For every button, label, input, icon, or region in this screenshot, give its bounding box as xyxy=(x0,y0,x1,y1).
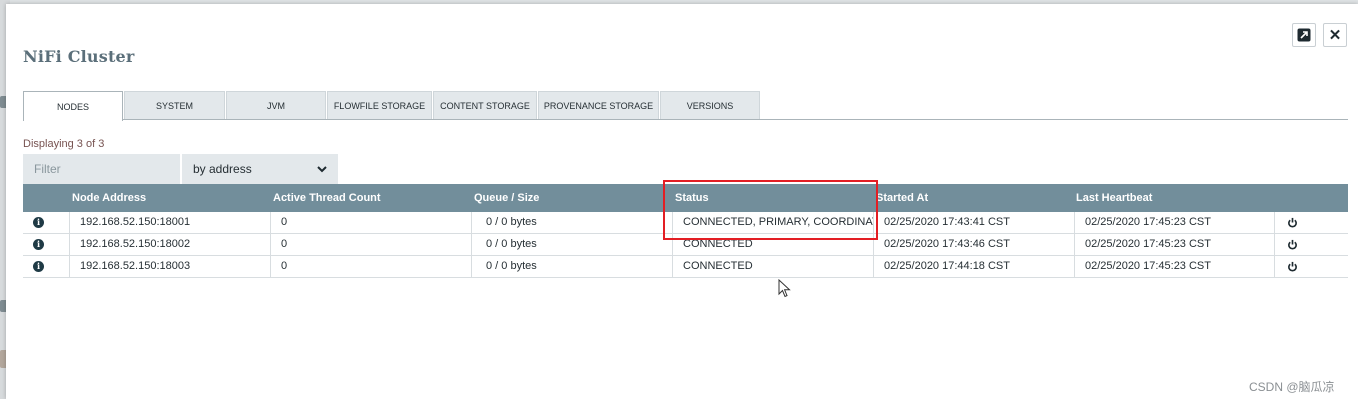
cell-node-address: 192.168.52.150:18001 xyxy=(69,212,270,233)
filter-by-value: by address xyxy=(193,162,252,176)
displaying-count: Displaying 3 of 3 xyxy=(23,138,105,150)
chevron-down-icon xyxy=(317,166,327,173)
power-icon[interactable] xyxy=(1287,239,1298,250)
tab-nodes[interactable]: NODES xyxy=(23,91,123,121)
cell-started-at: 02/25/2020 17:43:41 CST xyxy=(873,212,1074,233)
cell-started-at: 02/25/2020 17:44:18 CST xyxy=(873,256,1074,277)
tab-flowfile-storage[interactable]: FLOWFILE STORAGE xyxy=(327,91,432,120)
cell-queue-size: 0 / 0 bytes xyxy=(471,256,672,277)
tab-divider xyxy=(23,119,1348,120)
tab-jvm[interactable]: JVM xyxy=(226,91,326,120)
status-highlight-box xyxy=(663,180,878,240)
row-actions: i xyxy=(23,256,69,277)
info-icon[interactable]: i xyxy=(33,217,44,228)
cell-last-heartbeat: 02/25/2020 17:45:23 CST xyxy=(1074,256,1274,277)
cell-last-heartbeat: 02/25/2020 17:45:23 CST xyxy=(1074,212,1274,233)
filter-by-select[interactable]: by address xyxy=(182,154,338,184)
cell-node-address: 192.168.52.150:18003 xyxy=(69,256,270,277)
cell-active-threads: 0 xyxy=(270,234,471,255)
mouse-cursor-icon xyxy=(778,279,791,298)
row-disconnect xyxy=(1274,256,1348,277)
tab-provenance-storage[interactable]: PROVENANCE STORAGE xyxy=(538,91,659,120)
info-icon[interactable]: i xyxy=(33,239,44,250)
column-header-queue-size[interactable]: Queue / Size xyxy=(474,184,539,212)
nifi-cluster-dialog: NiFi Cluster ✕ NODES SYSTEM JVM FLOWFILE… xyxy=(6,4,1358,399)
watermark: CSDN @脑瓜凉 xyxy=(1249,380,1335,394)
power-icon[interactable] xyxy=(1287,261,1298,272)
close-button[interactable]: ✕ xyxy=(1323,23,1347,47)
cell-queue-size: 0 / 0 bytes xyxy=(471,212,672,233)
filter-input[interactable] xyxy=(23,154,180,184)
column-header-active-thread-count[interactable]: Active Thread Count xyxy=(273,184,381,212)
row-actions: i xyxy=(23,234,69,255)
tab-versions[interactable]: VERSIONS xyxy=(660,91,760,120)
power-icon[interactable] xyxy=(1287,217,1298,228)
table-row: i 192.168.52.150:18003 0 0 / 0 bytes CON… xyxy=(23,256,1348,278)
cell-node-address: 192.168.52.150:18002 xyxy=(69,234,270,255)
maximize-icon xyxy=(1297,28,1311,42)
cluster-tabs: NODES SYSTEM JVM FLOWFILE STORAGE CONTEN… xyxy=(23,91,761,121)
close-icon: ✕ xyxy=(1328,27,1342,44)
dialog-title: NiFi Cluster xyxy=(23,47,135,66)
tab-system[interactable]: SYSTEM xyxy=(124,91,225,120)
column-header-node-address[interactable]: Node Address xyxy=(72,184,146,212)
cell-active-threads: 0 xyxy=(270,256,471,277)
cell-started-at: 02/25/2020 17:43:46 CST xyxy=(873,234,1074,255)
cell-last-heartbeat: 02/25/2020 17:45:23 CST xyxy=(1074,234,1274,255)
info-icon[interactable]: i xyxy=(33,261,44,272)
cell-queue-size: 0 / 0 bytes xyxy=(471,234,672,255)
row-actions: i xyxy=(23,212,69,233)
cell-active-threads: 0 xyxy=(270,212,471,233)
maximize-button[interactable] xyxy=(1292,23,1316,47)
column-header-started-at[interactable]: Started At xyxy=(876,184,928,212)
tab-content-storage[interactable]: CONTENT STORAGE xyxy=(433,91,537,120)
row-disconnect xyxy=(1274,234,1348,255)
column-header-last-heartbeat[interactable]: Last Heartbeat xyxy=(1076,184,1152,212)
row-disconnect xyxy=(1274,212,1348,233)
cell-status: CONNECTED xyxy=(672,256,873,277)
